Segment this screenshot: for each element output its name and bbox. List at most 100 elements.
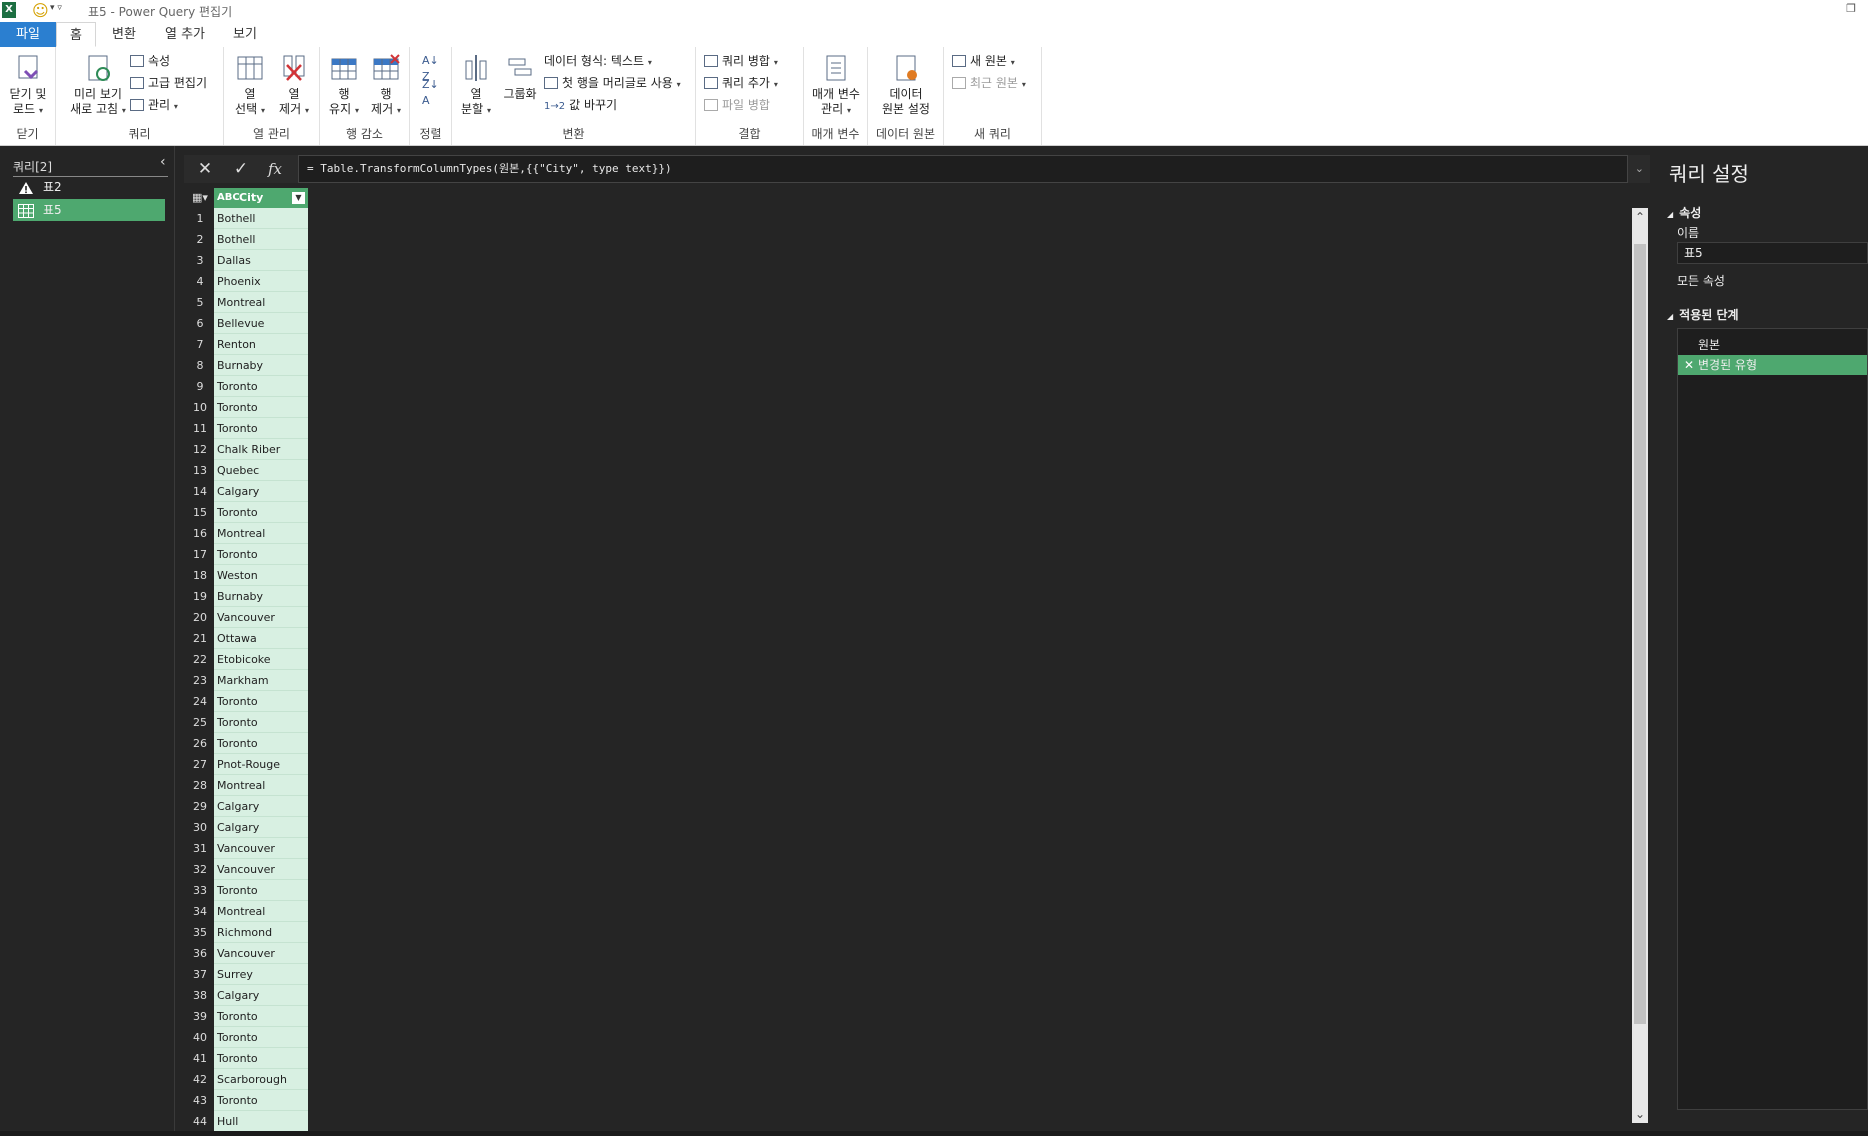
combine-files-button[interactable]: 파일 병합 — [704, 97, 770, 113]
table-row[interactable]: 26 Toronto — [186, 733, 308, 754]
cell-city[interactable]: Phoenix — [214, 271, 308, 292]
table-row[interactable]: 25 Toronto — [186, 712, 308, 733]
table-row[interactable]: 27 Pnot-Rouge — [186, 754, 308, 775]
cell-city[interactable]: Burnaby — [214, 355, 308, 376]
query-name-input[interactable]: 표5 — [1677, 242, 1868, 264]
vertical-scrollbar[interactable]: ⌃ ⌄ — [1632, 208, 1648, 1123]
table-row[interactable]: 34 Montreal — [186, 901, 308, 922]
split-column-button[interactable]: 열 분할 ▾ — [456, 53, 496, 118]
row-number[interactable]: 21 — [186, 628, 214, 649]
row-number[interactable]: 11 — [186, 418, 214, 439]
row-number[interactable]: 16 — [186, 523, 214, 544]
cell-city[interactable]: Weston — [214, 565, 308, 586]
table-row[interactable]: 11 Toronto — [186, 418, 308, 439]
properties-button[interactable]: 속성 — [130, 53, 170, 69]
step-source[interactable]: 원본 — [1678, 335, 1867, 355]
table-row[interactable]: 20 Vancouver — [186, 607, 308, 628]
table-row[interactable]: 24 Toronto — [186, 691, 308, 712]
keep-rows-button[interactable]: 행 유지 ▾ — [324, 53, 364, 118]
table-row[interactable]: 16 Montreal — [186, 523, 308, 544]
row-number[interactable]: 15 — [186, 502, 214, 523]
cell-city[interactable]: Scarborough — [214, 1069, 308, 1090]
tab-transform[interactable]: 변환 — [102, 22, 146, 47]
scroll-up-icon[interactable]: ⌃ — [1632, 210, 1648, 224]
all-properties-link[interactable]: 모든 속성 — [1677, 272, 1725, 289]
recent-sources-button[interactable]: 최근 원본 ▾ — [952, 75, 1026, 93]
table-row[interactable]: 3 Dallas — [186, 250, 308, 271]
scroll-down-icon[interactable]: ⌄ — [1632, 1107, 1648, 1121]
cell-city[interactable]: Calgary — [214, 985, 308, 1006]
column-header-city[interactable]: ABC City ▼ — [214, 188, 308, 208]
row-number[interactable]: 6 — [186, 313, 214, 334]
row-number[interactable]: 28 — [186, 775, 214, 796]
table-row[interactable]: 18 Weston — [186, 565, 308, 586]
cell-city[interactable]: Toronto — [214, 418, 308, 439]
table-row[interactable]: 36 Vancouver — [186, 943, 308, 964]
cell-city[interactable]: Vancouver — [214, 607, 308, 628]
cell-city[interactable]: Calgary — [214, 481, 308, 502]
cell-city[interactable]: Toronto — [214, 1006, 308, 1027]
row-number[interactable]: 41 — [186, 1048, 214, 1069]
cancel-formula-button[interactable]: ✕ — [190, 155, 220, 183]
row-number[interactable]: 17 — [186, 544, 214, 565]
cell-city[interactable]: Ottawa — [214, 628, 308, 649]
table-row[interactable]: 2 Bothell — [186, 229, 308, 250]
row-number[interactable]: 36 — [186, 943, 214, 964]
cell-city[interactable]: Quebec — [214, 460, 308, 481]
choose-columns-button[interactable]: 열 선택 ▾ — [230, 53, 270, 118]
row-number[interactable]: 43 — [186, 1090, 214, 1111]
tab-file[interactable]: 파일 — [0, 22, 56, 47]
cell-city[interactable]: Markham — [214, 670, 308, 691]
row-number[interactable]: 30 — [186, 817, 214, 838]
table-row[interactable]: 5 Montreal — [186, 292, 308, 313]
cell-city[interactable]: Vancouver — [214, 859, 308, 880]
row-number[interactable]: 42 — [186, 1069, 214, 1090]
replace-values-button[interactable]: 1→2 값 바꾸기 — [544, 97, 617, 115]
applied-steps-section-toggle[interactable]: ◢ 적용된 단계 — [1667, 306, 1739, 323]
table-row[interactable]: 12 Chalk Riber — [186, 439, 308, 460]
table-row[interactable]: 31 Vancouver — [186, 838, 308, 859]
row-number[interactable]: 39 — [186, 1006, 214, 1027]
sort-descending-icon[interactable]: Z↓ A — [422, 77, 439, 109]
table-row[interactable]: 32 Vancouver — [186, 859, 308, 880]
table-row[interactable]: 40 Toronto — [186, 1027, 308, 1048]
close-load-button[interactable]: 닫기 및 로드 ▾ — [4, 53, 52, 118]
row-number[interactable]: 31 — [186, 838, 214, 859]
row-number[interactable]: 19 — [186, 586, 214, 607]
table-row[interactable]: 28 Montreal — [186, 775, 308, 796]
row-number[interactable]: 27 — [186, 754, 214, 775]
table-row[interactable]: 14 Calgary — [186, 481, 308, 502]
cell-city[interactable]: Burnaby — [214, 586, 308, 607]
tab-home[interactable]: 홈 — [56, 22, 96, 47]
table-row[interactable]: 43 Toronto — [186, 1090, 308, 1111]
commit-formula-button[interactable]: ✓ — [226, 155, 256, 183]
smiley-feedback-icon[interactable]: ☺ — [32, 1, 49, 21]
cell-city[interactable]: Renton — [214, 334, 308, 355]
collapse-pane-icon[interactable]: ‹ — [160, 154, 166, 170]
table-row[interactable]: 19 Burnaby — [186, 586, 308, 607]
quick-access-dropdown-icon[interactable]: ▾ ▿ — [50, 3, 62, 13]
new-source-button[interactable]: 새 원본 ▾ — [952, 53, 1015, 71]
remove-columns-button[interactable]: 열 제거 ▾ — [274, 53, 314, 118]
cell-city[interactable]: Montreal — [214, 775, 308, 796]
table-row[interactable]: 22 Etobicoke — [186, 649, 308, 670]
row-number[interactable]: 24 — [186, 691, 214, 712]
table-row[interactable]: 33 Toronto — [186, 880, 308, 901]
table-row[interactable]: 44 Hull — [186, 1111, 308, 1131]
row-number[interactable]: 44 — [186, 1111, 214, 1131]
row-number[interactable]: 29 — [186, 796, 214, 817]
row-number[interactable]: 10 — [186, 397, 214, 418]
formula-input[interactable]: = Table.TransformColumnTypes(원본,{{"City"… — [298, 155, 1628, 183]
table-row[interactable]: 10 Toronto — [186, 397, 308, 418]
table-row[interactable]: 29 Calgary — [186, 796, 308, 817]
row-number[interactable]: 12 — [186, 439, 214, 460]
advanced-editor-button[interactable]: 고급 편집기 — [130, 75, 207, 91]
row-number[interactable]: 20 — [186, 607, 214, 628]
table-menu-icon[interactable]: ▦▾ — [186, 188, 214, 208]
cell-city[interactable]: Calgary — [214, 817, 308, 838]
text-type-icon[interactable]: ABC — [217, 188, 240, 208]
cell-city[interactable]: Etobicoke — [214, 649, 308, 670]
filter-dropdown-icon[interactable]: ▼ — [292, 192, 305, 204]
table-row[interactable]: 38 Calgary — [186, 985, 308, 1006]
remove-rows-button[interactable]: 행 제거 ▾ — [366, 53, 406, 118]
